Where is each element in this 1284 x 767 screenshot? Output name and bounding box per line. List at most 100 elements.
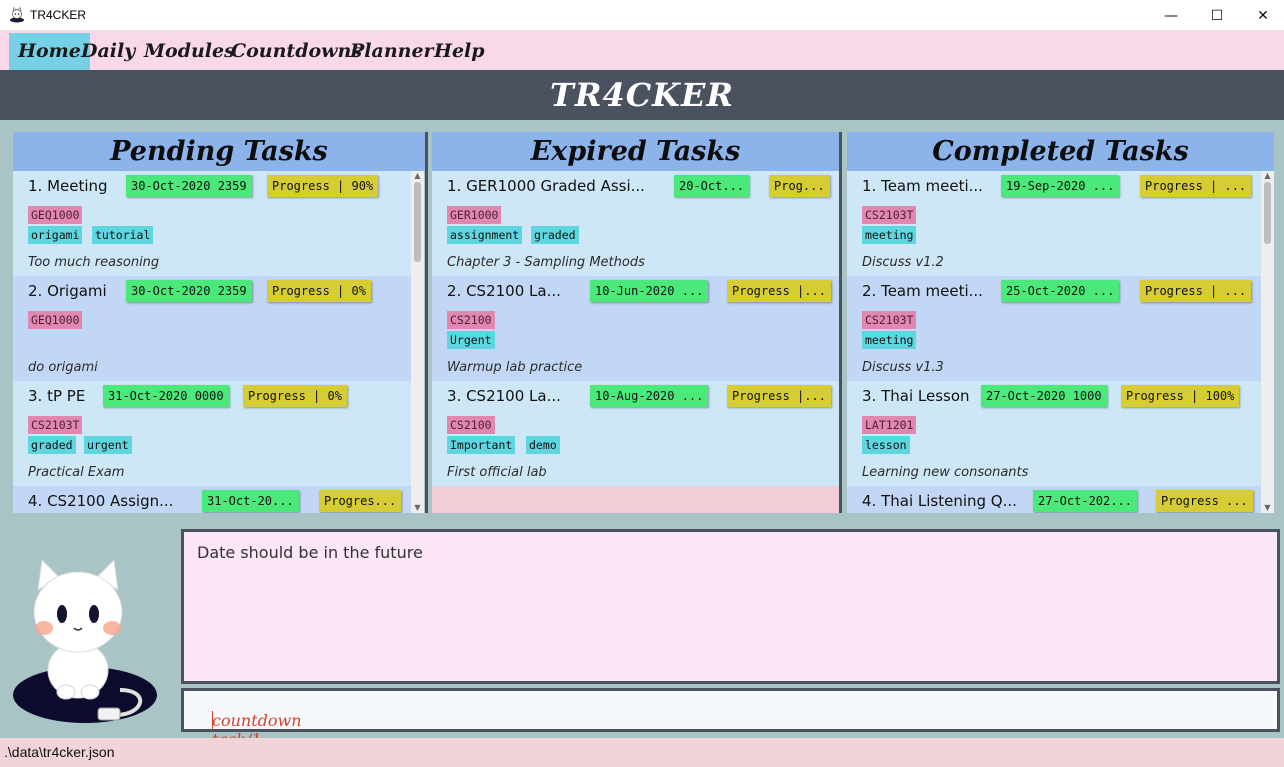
app-cat-icon bbox=[10, 7, 24, 23]
window-title: TR4CKER bbox=[30, 8, 87, 22]
task-title: 3. Thai Lesson bbox=[862, 387, 970, 405]
task-progress: Progres... bbox=[319, 490, 402, 512]
completed-tasks-title: Completed Tasks bbox=[847, 132, 1274, 171]
pending-tasks-title: Pending Tasks bbox=[13, 132, 425, 171]
minimize-button[interactable]: — bbox=[1148, 0, 1194, 31]
task-description: do origami bbox=[28, 360, 98, 375]
task-deadline: 25-Oct-2020 ... bbox=[1001, 280, 1120, 302]
task-label-tag: lesson bbox=[862, 436, 910, 454]
text-caret bbox=[212, 711, 213, 729]
task-progress: Progress | 90% bbox=[267, 175, 379, 197]
task-progress: Progress | 100% bbox=[1121, 385, 1240, 407]
task-label-tag: Urgent bbox=[447, 331, 495, 349]
pending-scrollbar[interactable]: ▲ ▼ bbox=[411, 171, 424, 513]
task-deadline: 27-Oct-202... bbox=[1033, 490, 1137, 512]
close-button[interactable]: ✕ bbox=[1240, 0, 1284, 31]
task-label-tag: meeting bbox=[862, 226, 917, 244]
completed-scrollbar[interactable]: ▲ ▼ bbox=[1261, 171, 1274, 513]
command-input[interactable]: countdown task/1 bbox=[181, 688, 1280, 749]
task-title: 4. CS2100 Assign... bbox=[28, 492, 174, 510]
window-title-bar: TR4CKER — ☐ ✕ bbox=[0, 0, 1284, 31]
task-progress: Prog... bbox=[769, 175, 830, 197]
cat-mascot-icon bbox=[13, 558, 157, 723]
task-card[interactable]: 4. Thai Listening Q... 27-Oct-202... Pro… bbox=[847, 486, 1261, 513]
task-card[interactable]: 4. CS2100 Assign... 31-Oct-20... Progres… bbox=[13, 486, 411, 513]
task-title: 1. Team meeti... bbox=[862, 177, 983, 195]
task-module-tag: CS2103T bbox=[28, 416, 83, 434]
task-deadline: 30-Oct-2020 2359 bbox=[126, 280, 252, 302]
task-deadline: 10-Jun-2020 ... bbox=[590, 280, 709, 302]
task-module-tag: GER1000 bbox=[447, 206, 502, 224]
scroll-up-icon[interactable]: ▲ bbox=[1261, 171, 1274, 181]
task-deadline: 31-Oct-2020 0000 bbox=[103, 385, 229, 407]
task-progress: Progress |... bbox=[727, 385, 831, 407]
menu-daily[interactable]: Daily bbox=[72, 33, 144, 70]
task-title: 1. Meeting bbox=[28, 177, 108, 195]
list-empty-area bbox=[432, 486, 839, 513]
completed-tasks-panel: Completed Tasks 1. Team meeti... 19-Sep-… bbox=[847, 132, 1274, 513]
menu-help[interactable]: Help bbox=[425, 33, 494, 70]
scroll-down-icon[interactable]: ▼ bbox=[1261, 503, 1274, 513]
task-description: Chapter 3 - Sampling Methods bbox=[447, 255, 645, 270]
task-description: Discuss v1.2 bbox=[862, 255, 944, 270]
task-title: 3. tP PE bbox=[28, 387, 86, 405]
scroll-down-icon[interactable]: ▼ bbox=[411, 503, 424, 513]
task-title: 3. CS2100 La... bbox=[447, 387, 561, 405]
status-bar: .\data\tr4cker.json bbox=[0, 738, 1284, 767]
task-title: 2. Team meeti... bbox=[862, 282, 983, 300]
task-description: Discuss v1.3 bbox=[862, 360, 944, 375]
scroll-thumb[interactable] bbox=[1264, 182, 1271, 244]
task-deadline: 19-Sep-2020 ... bbox=[1001, 175, 1120, 197]
task-label-tag: demo bbox=[526, 436, 560, 454]
task-module-tag: CS2103T bbox=[862, 206, 917, 224]
menu-bar: Home Daily Modules Countdowns Planner He… bbox=[0, 31, 1284, 70]
task-description: Too much reasoning bbox=[28, 255, 160, 270]
task-card[interactable]: 2. Team meeti... 25-Oct-2020 ... Progres… bbox=[847, 276, 1261, 381]
task-card[interactable]: 3. tP PE 31-Oct-2020 0000 Progress | 0% … bbox=[13, 381, 411, 486]
task-module-tag: CS2103T bbox=[862, 311, 917, 329]
task-label-tag: meeting bbox=[862, 331, 917, 349]
pending-tasks-list[interactable]: 1. Meeting 30-Oct-2020 2359 Progress | 9… bbox=[13, 171, 411, 513]
scroll-up-icon[interactable]: ▲ bbox=[411, 171, 424, 181]
task-title: 1. GER1000 Graded Assi... bbox=[447, 177, 645, 195]
task-deadline: 10-Aug-2020 ... bbox=[590, 385, 709, 407]
result-display: Date should be in the future bbox=[181, 529, 1280, 684]
task-module-tag: GEQ1000 bbox=[28, 206, 83, 224]
task-card[interactable]: 2. CS2100 La... 10-Jun-2020 ... Progress… bbox=[432, 276, 839, 381]
expired-tasks-panel: Expired Tasks 1. GER1000 Graded Assi... … bbox=[432, 132, 839, 513]
task-card[interactable]: 1. Team meeti... 19-Sep-2020 ... Progres… bbox=[847, 171, 1261, 276]
expired-tasks-list[interactable]: 1. GER1000 Graded Assi... 20-Oct... Prog… bbox=[432, 171, 839, 513]
completed-tasks-list[interactable]: 1. Team meeti... 19-Sep-2020 ... Progres… bbox=[847, 171, 1261, 513]
panel-divider bbox=[425, 132, 428, 513]
panel-divider bbox=[839, 132, 842, 513]
task-description: First official lab bbox=[447, 465, 547, 480]
task-deadline: 27-Oct-2020 1000 bbox=[981, 385, 1107, 407]
task-progress: Progress |... bbox=[727, 280, 831, 302]
scroll-thumb[interactable] bbox=[414, 182, 421, 262]
app-header-title: TR4CKER bbox=[550, 76, 734, 114]
data-file-path: .\data\tr4cker.json bbox=[4, 744, 115, 760]
task-title: 4. Thai Listening Q... bbox=[862, 492, 1017, 510]
task-card[interactable]: 1. GER1000 Graded Assi... 20-Oct... Prog… bbox=[432, 171, 839, 276]
task-label-tag: tutorial bbox=[92, 226, 154, 244]
app-header: TR4CKER bbox=[0, 70, 1284, 120]
task-label-tag: assignment bbox=[447, 226, 523, 244]
task-title: 2. Origami bbox=[28, 282, 107, 300]
task-card[interactable]: 3. CS2100 La... 10-Aug-2020 ... Progress… bbox=[432, 381, 839, 486]
task-module-tag: CS2100 bbox=[447, 416, 495, 434]
task-module-tag: GEQ1000 bbox=[28, 311, 83, 329]
task-deadline: 31-Oct-20... bbox=[202, 490, 299, 512]
task-description: Warmup lab practice bbox=[447, 360, 583, 375]
task-deadline: 30-Oct-2020 2359 bbox=[126, 175, 252, 197]
task-description: Learning new consonants bbox=[862, 465, 1029, 480]
task-card[interactable]: 2. Origami 30-Oct-2020 2359 Progress | 0… bbox=[13, 276, 411, 381]
task-card[interactable]: 3. Thai Lesson 27-Oct-2020 1000 Progress… bbox=[847, 381, 1261, 486]
task-progress: Progress | ... bbox=[1140, 280, 1252, 302]
maximize-button[interactable]: ☐ bbox=[1194, 0, 1240, 31]
task-card[interactable]: 1. Meeting 30-Oct-2020 2359 Progress | 9… bbox=[13, 171, 411, 276]
task-label-tag: Important bbox=[447, 436, 516, 454]
task-deadline: 20-Oct... bbox=[674, 175, 750, 197]
task-label-tag: graded bbox=[531, 226, 579, 244]
task-title: 2. CS2100 La... bbox=[447, 282, 561, 300]
task-description: Practical Exam bbox=[28, 465, 125, 480]
